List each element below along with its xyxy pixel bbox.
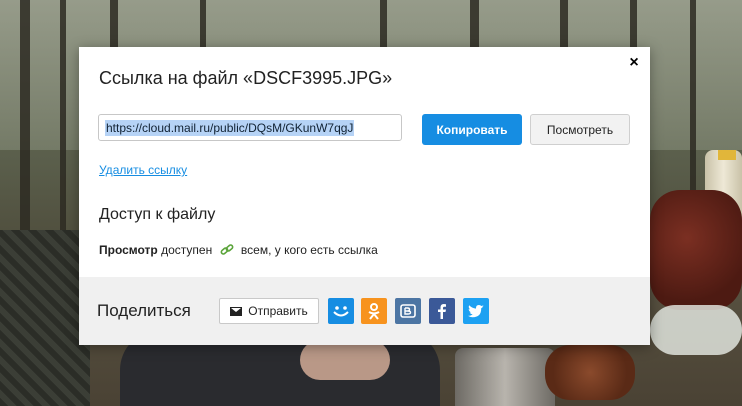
envelope-icon [230, 306, 243, 316]
background-chair [0, 230, 90, 406]
share-label: Поделиться [97, 301, 191, 320]
share-footer: Поделиться Отправить [79, 277, 650, 345]
delete-link[interactable]: Удалить ссылку [99, 163, 187, 177]
access-description: Просмотр доступен всем, у кого есть ссыл… [99, 243, 378, 257]
ok-glyph [368, 303, 380, 320]
odnoklassniki-icon[interactable] [361, 298, 387, 324]
chain-link-icon [220, 244, 234, 255]
facebook-icon[interactable] [429, 298, 455, 324]
public-link-field[interactable]: https://cloud.mail.ru/public/DQsM/GKunW7… [98, 114, 402, 141]
background-mug [455, 348, 555, 406]
smile-glyph [333, 306, 349, 317]
copy-button[interactable]: Копировать [422, 114, 522, 145]
twitter-icon[interactable] [463, 298, 489, 324]
fb-glyph [438, 304, 446, 319]
tw-glyph [467, 304, 484, 317]
vkontakte-icon[interactable] [395, 298, 421, 324]
background-bottle-cap [718, 150, 736, 160]
view-button[interactable]: Посмотреть [530, 114, 630, 145]
tree-trunk [20, 0, 30, 260]
dialog-title: Ссылка на файл «DSCF3995.JPG» [99, 68, 393, 88]
access-who-text: всем, у кого есть ссылка [240, 243, 378, 257]
tree-trunk [60, 0, 66, 260]
background-plate [650, 305, 742, 355]
vk-glyph [400, 304, 416, 318]
background-food [650, 190, 742, 310]
send-label: Отправить [248, 304, 308, 318]
share-link-dialog: × Ссылка на файл «DSCF3995.JPG» https://… [79, 47, 650, 345]
background-food [545, 345, 635, 400]
access-available-text: доступен [161, 243, 213, 257]
access-title: Доступ к файлу [99, 206, 216, 223]
close-icon[interactable]: × [627, 55, 641, 71]
mymail-icon[interactable] [328, 298, 354, 324]
background-hand [300, 340, 390, 380]
send-email-button[interactable]: Отправить [219, 298, 319, 324]
access-view-label: Просмотр [99, 243, 158, 257]
public-link-value: https://cloud.mail.ru/public/DQsM/GKunW7… [105, 119, 355, 136]
